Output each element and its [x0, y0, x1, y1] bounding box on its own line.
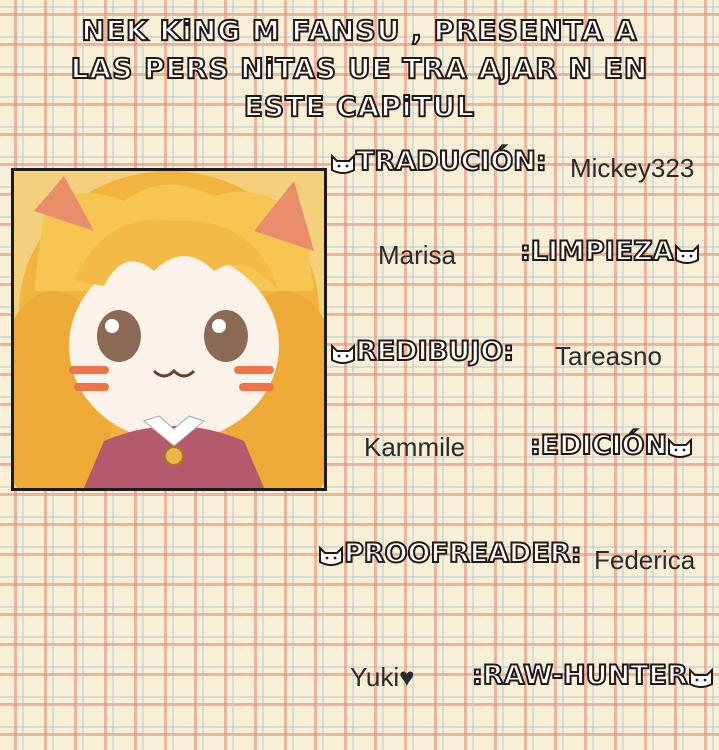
cat-face-icon: [674, 243, 699, 264]
role-redibujo: REDIBUJO:: [330, 335, 515, 368]
character-portrait: [11, 168, 327, 491]
role-traduccion: TRADUCIÓN:: [330, 145, 548, 178]
header-line-3: ESTE CAPiTUL: [243, 89, 476, 124]
cat-face-icon: [668, 437, 693, 458]
role-edicion: :EDICIÓN: [529, 429, 693, 462]
name-raw-hunter: Yuki♥: [350, 662, 415, 692]
header-line-2: LAS PERS NiTAS UE TRA AJAR N EN: [70, 51, 649, 86]
name-proofreader: Federica: [594, 545, 696, 575]
cat-girl-illustration: [14, 171, 324, 488]
role-raw-hunter: :RAW-HUNTER: [471, 659, 714, 692]
header-line-1: NEK KiNG M FANSU , PRESENTA A: [80, 13, 638, 48]
credits-page: NEK KiNG M FANSU , PRESENTA A LAS PERS N…: [0, 0, 719, 750]
name-traduccion: Mickey323: [570, 153, 695, 183]
name-limpieza: Marisa: [378, 240, 457, 270]
role-proofreader: PROOFREADER:: [318, 537, 583, 570]
name-edicion: Kammile: [364, 432, 466, 462]
name-redibujo: Tareasno: [555, 341, 662, 371]
cat-face-icon: [331, 343, 355, 364]
cat-face-icon: [331, 153, 355, 174]
role-limpieza: :LIMPIEZA: [519, 235, 700, 268]
cat-face-icon: [688, 667, 713, 688]
cat-face-icon: [319, 545, 343, 566]
